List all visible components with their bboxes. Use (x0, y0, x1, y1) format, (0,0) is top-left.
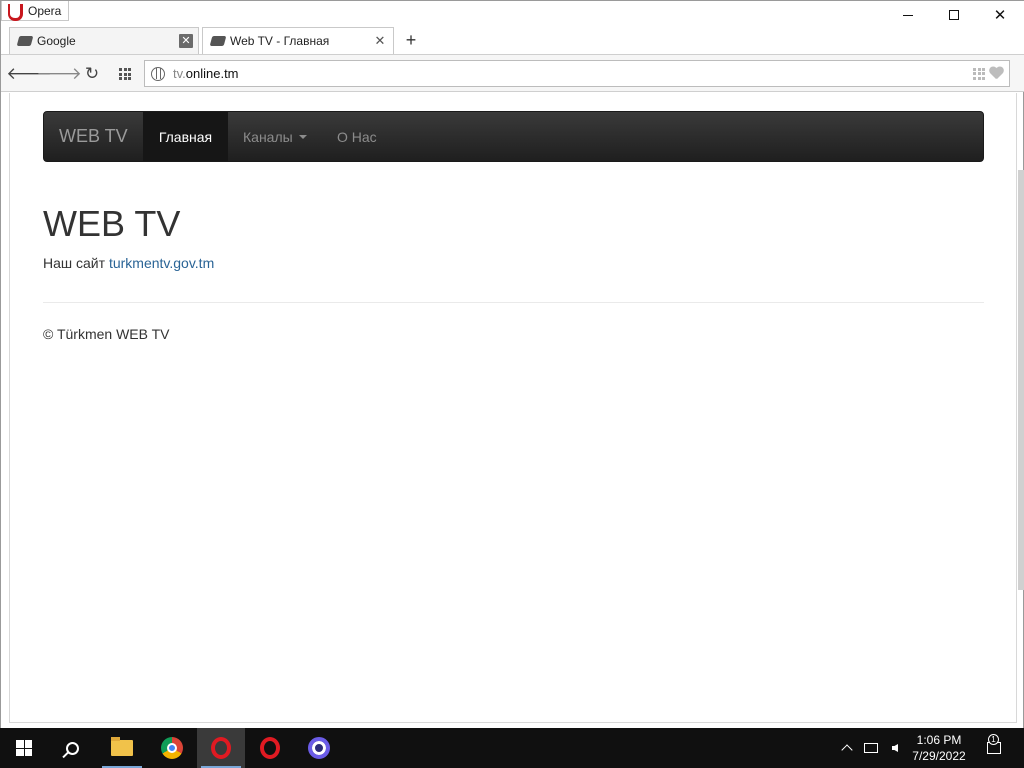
start-button[interactable] (0, 728, 48, 768)
notification-count: 1 (988, 734, 999, 745)
show-hidden-icons-button[interactable] (838, 728, 856, 768)
nav-item-label: Главная (158, 128, 213, 145)
network-icon (864, 743, 878, 753)
url-domain: online.tm (185, 66, 239, 81)
site-line: Наш сайт turkmentv.gov.tm (43, 255, 214, 271)
tab-title: Web TV - Главная (230, 34, 330, 48)
opera-menu-label: Opera (28, 3, 62, 18)
divider (43, 302, 984, 303)
close-tab-icon[interactable]: ✕ (373, 34, 387, 48)
chrome-icon (161, 737, 183, 759)
taskbar-chrome[interactable] (148, 728, 196, 768)
nav-item-home[interactable]: Главная (143, 112, 228, 161)
tab-favicon-icon (209, 36, 227, 46)
file-explorer-icon (111, 737, 133, 756)
site-link[interactable]: turkmentv.gov.tm (109, 255, 214, 271)
url-text[interactable]: tv.online.tm (173, 66, 239, 81)
close-icon: ✕ (993, 7, 1007, 24)
opera-menu-button[interactable]: Opera (1, 1, 69, 21)
site-navbar: WEB TV Главная Каналы О Нас (43, 111, 984, 162)
network-button[interactable] (862, 728, 880, 768)
reload-button[interactable]: ↻ (81, 63, 103, 85)
search-icon (65, 741, 79, 755)
minimize-button[interactable] (885, 1, 931, 29)
action-center-button[interactable]: 1 (980, 728, 1008, 768)
minimize-icon (903, 14, 913, 16)
volume-button[interactable] (886, 728, 904, 768)
address-bar-actions (973, 67, 1003, 80)
browser-toolbar: 🡐 🡒 ↻ tv.online.tm (1, 54, 1024, 92)
opera-icon (211, 737, 231, 759)
tab-google[interactable]: Google ✕ (9, 27, 199, 54)
browser-icon (308, 737, 330, 759)
globe-icon (151, 66, 165, 81)
new-tab-button[interactable]: + (401, 30, 421, 50)
nav-item-channels[interactable]: Каналы (243, 112, 307, 161)
footer-text: © Türkmen WEB TV (43, 326, 170, 342)
window-scrollbar[interactable] (1018, 170, 1024, 590)
navbar-brand[interactable]: WEB TV (59, 126, 128, 147)
windows-start-icon (16, 740, 32, 756)
title-bar: Opera ✕ (1, 1, 1024, 29)
site-prefix: Наш сайт (43, 255, 106, 271)
nav-item-about[interactable]: О Нас (337, 112, 377, 161)
taskbar-file-explorer[interactable] (98, 728, 146, 768)
clock-date: 7/29/2022 (912, 749, 966, 763)
taskbar: 1:06 PM 7/29/2022 1 (0, 728, 1024, 768)
taskbar-opera[interactable] (246, 728, 294, 768)
tab-title: Google (37, 34, 76, 48)
browser-window: Opera ✕ Google ✕ Web TV - Главная ✕ + 🡐 … (0, 0, 1024, 730)
page-heading: WEB TV (43, 203, 181, 244)
caret-down-icon (298, 134, 307, 139)
nav-item-label: О Нас (337, 128, 377, 145)
close-window-button[interactable]: ✕ (977, 1, 1023, 29)
opera-icon (260, 737, 280, 759)
chevron-up-icon (841, 744, 853, 756)
speed-dial-add-icon[interactable] (973, 67, 985, 80)
page-viewport: WEB TV Главная Каналы О Нас WEB TV Наш с… (9, 93, 1017, 723)
reload-icon: ↻ (84, 64, 100, 83)
taskbar-browser[interactable] (295, 728, 343, 768)
maximize-icon (949, 10, 959, 20)
forward-button[interactable]: 🡒 (36, 63, 82, 85)
arrow-right-icon: 🡒 (36, 64, 82, 83)
clock[interactable]: 1:06 PM 7/29/2022 (906, 728, 972, 768)
opera-logo-icon (8, 3, 24, 21)
maximize-button[interactable] (931, 1, 977, 29)
tab-web-tv[interactable]: Web TV - Главная ✕ (202, 27, 394, 54)
close-tab-icon[interactable]: ✕ (179, 34, 193, 48)
taskbar-opera-active[interactable] (197, 728, 245, 768)
clock-time: 1:06 PM (916, 733, 962, 747)
url-subdomain: tv. (173, 66, 186, 81)
nav-item-label: Каналы (243, 128, 293, 145)
grid-icon (119, 68, 131, 80)
speaker-icon (892, 744, 898, 752)
tab-favicon-icon (16, 36, 34, 46)
tab-strip: Google ✕ Web TV - Главная ✕ + (1, 27, 1024, 54)
address-bar[interactable]: tv.online.tm (144, 60, 1010, 87)
speed-dial-button[interactable] (114, 63, 136, 85)
bookmark-heart-icon[interactable] (989, 67, 1003, 80)
search-button[interactable] (48, 728, 96, 768)
